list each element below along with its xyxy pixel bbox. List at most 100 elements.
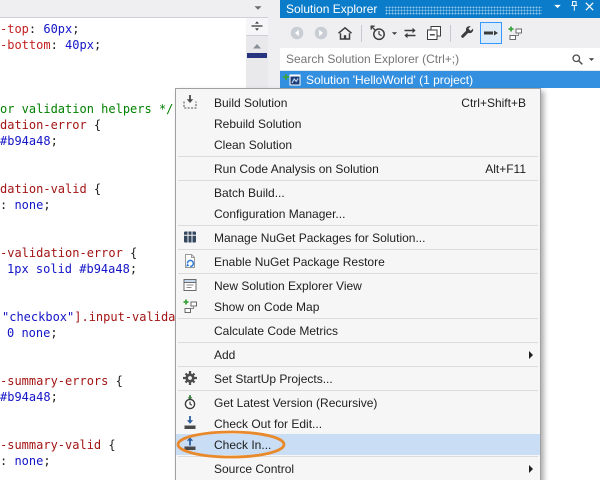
menu-item-rebuild-solution[interactable]: Rebuild Solution bbox=[176, 113, 540, 134]
menu-item-new-solution-explorer-view[interactable]: New Solution Explorer View bbox=[176, 275, 540, 296]
code-token: : bbox=[29, 22, 43, 36]
menu-separator bbox=[178, 342, 538, 343]
forward-button bbox=[310, 22, 332, 44]
solution-icon bbox=[282, 73, 302, 87]
menu-item-label: Check In... bbox=[214, 438, 271, 452]
code-token: 60px bbox=[43, 22, 72, 36]
code-token: #b94a48 bbox=[0, 134, 51, 148]
menu-item-label: Enable NuGet Package Restore bbox=[214, 255, 385, 269]
menu-separator bbox=[178, 249, 538, 250]
menu-item-check-out-for-edit[interactable]: Check Out for Edit... bbox=[176, 413, 540, 434]
menu-item-build-solution[interactable]: Build SolutionCtrl+Shift+B bbox=[176, 92, 540, 113]
forward-icon bbox=[313, 25, 329, 41]
code-token: { bbox=[101, 438, 115, 452]
menu-item-label: Build Solution bbox=[214, 96, 287, 110]
code-token: dation-error bbox=[0, 118, 87, 132]
menu-shortcut: Alt+F11 bbox=[485, 162, 526, 176]
code-token: "checkbox" bbox=[2, 310, 74, 324]
pending-changes-button[interactable] bbox=[367, 22, 389, 44]
code-token: #b94a48 bbox=[0, 390, 51, 404]
menu-item-configuration-manager[interactable]: Configuration Manager... bbox=[176, 203, 540, 224]
menu-item-label: Rebuild Solution bbox=[214, 117, 301, 131]
code-token: ; bbox=[51, 390, 58, 404]
menu-item-source-control[interactable]: Source Control bbox=[176, 458, 540, 479]
menu-item-get-latest-version-recursive[interactable]: Get Latest Version (Recursive) bbox=[176, 392, 540, 413]
window-position-button[interactable] bbox=[550, 2, 565, 17]
preview-selected-icon bbox=[483, 25, 499, 41]
solution-explorer-titlebar[interactable]: Solution Explorer bbox=[280, 0, 600, 18]
menu-item-label: Calculate Code Metrics bbox=[214, 324, 338, 338]
menu-item-run-code-analysis-on-solution[interactable]: Run Code Analysis on Solution Alt+F11 bbox=[176, 158, 540, 179]
search-input[interactable]: Search Solution Explorer (Ctrl+;) bbox=[280, 52, 569, 66]
toolbar-separator bbox=[361, 25, 362, 42]
code-token: -summary-valid bbox=[0, 438, 101, 452]
code-token: none bbox=[14, 454, 43, 468]
menu-item-clean-solution[interactable]: Clean Solution bbox=[176, 134, 540, 155]
code-map-icon bbox=[507, 25, 523, 41]
code-line: -top: 60px; bbox=[0, 21, 246, 37]
close-button[interactable] bbox=[582, 2, 597, 17]
menu-item-show-on-code-map[interactable]: Show on Code Map bbox=[176, 296, 540, 317]
code-token: dation-valid bbox=[0, 182, 87, 196]
collapse-all-button[interactable] bbox=[423, 22, 445, 44]
menu-separator bbox=[178, 318, 538, 319]
vs-window: -top: 60px;-bottom: 40px; or validation h… bbox=[0, 0, 600, 480]
code-line bbox=[0, 69, 246, 85]
properties-button[interactable] bbox=[456, 22, 478, 44]
code-map-icon bbox=[182, 298, 198, 314]
code-token: 1px solid #b94a48 bbox=[7, 262, 130, 276]
build-icon bbox=[182, 94, 198, 110]
menu-separator bbox=[178, 225, 538, 226]
check-out-icon bbox=[182, 415, 198, 431]
code-token: or validation helpers */ bbox=[0, 102, 173, 116]
submenu-arrow-icon bbox=[529, 465, 533, 473]
editor-splitter-handle[interactable] bbox=[246, 18, 268, 36]
check-in-icon bbox=[182, 436, 198, 452]
get-latest-icon bbox=[182, 394, 198, 410]
solution-context-menu: Build SolutionCtrl+Shift+B Rebuild Soluti… bbox=[175, 88, 541, 480]
search-options-caret-icon[interactable] bbox=[585, 51, 597, 67]
menu-item-label: Set StartUp Projects... bbox=[214, 372, 333, 386]
menu-item-label: Check Out for Edit... bbox=[214, 417, 322, 431]
code-map-button[interactable] bbox=[504, 22, 526, 44]
search-icon[interactable] bbox=[569, 51, 585, 67]
refresh-button[interactable] bbox=[399, 22, 421, 44]
home-icon bbox=[337, 25, 353, 41]
tree-row-solution[interactable]: Solution 'HelloWorld' (1 project) bbox=[280, 71, 600, 88]
code-token: ; bbox=[51, 134, 58, 148]
pending-changes-icon bbox=[370, 25, 386, 41]
code-token: ; bbox=[43, 198, 50, 212]
toolbar-separator bbox=[450, 25, 451, 42]
menu-item-manage-nuget-packages-for-solution[interactable]: Manage NuGet Packages for Solution... bbox=[176, 227, 540, 248]
pin-button[interactable] bbox=[566, 2, 581, 17]
nuget-icon bbox=[182, 229, 198, 245]
code-token: 40px bbox=[65, 38, 94, 52]
code-token: { bbox=[123, 246, 137, 260]
menu-item-enable-nuget-package-restore[interactable]: Enable NuGet Package Restore bbox=[176, 251, 540, 272]
menu-item-add[interactable]: Add bbox=[176, 344, 540, 365]
scrollbar-thumb[interactable] bbox=[247, 53, 267, 58]
home-button[interactable] bbox=[334, 22, 356, 44]
code-token: ; bbox=[50, 326, 57, 340]
menu-item-label: Source Control bbox=[214, 462, 294, 476]
scroll-up-arrow-icon[interactable] bbox=[249, 38, 265, 50]
code-token: -bottom bbox=[0, 38, 51, 52]
menu-item-check-in[interactable]: Check In... bbox=[176, 434, 540, 455]
code-token: { bbox=[87, 182, 101, 196]
menu-item-batch-build[interactable]: Batch Build... bbox=[176, 182, 540, 203]
menu-item-calculate-code-metrics[interactable]: Calculate Code Metrics bbox=[176, 320, 540, 341]
caret-down-icon[interactable] bbox=[390, 23, 398, 43]
pin-icon bbox=[567, 0, 580, 18]
chevron-down-icon[interactable] bbox=[251, 1, 265, 15]
preview-selected-button[interactable] bbox=[480, 22, 502, 44]
menu-separator bbox=[178, 180, 538, 181]
code-token: : bbox=[0, 198, 14, 212]
menu-item-set-startup-projects[interactable]: Set StartUp Projects... bbox=[176, 368, 540, 389]
gear-icon bbox=[182, 370, 198, 386]
code-token: { bbox=[87, 118, 101, 132]
code-line: -bottom: 40px; bbox=[0, 37, 246, 53]
menu-item-label: Run Code Analysis on Solution bbox=[214, 162, 379, 176]
code-token: { bbox=[108, 374, 122, 388]
code-token: ; bbox=[130, 262, 137, 276]
search-box[interactable]: Search Solution Explorer (Ctrl+;) bbox=[280, 48, 600, 71]
